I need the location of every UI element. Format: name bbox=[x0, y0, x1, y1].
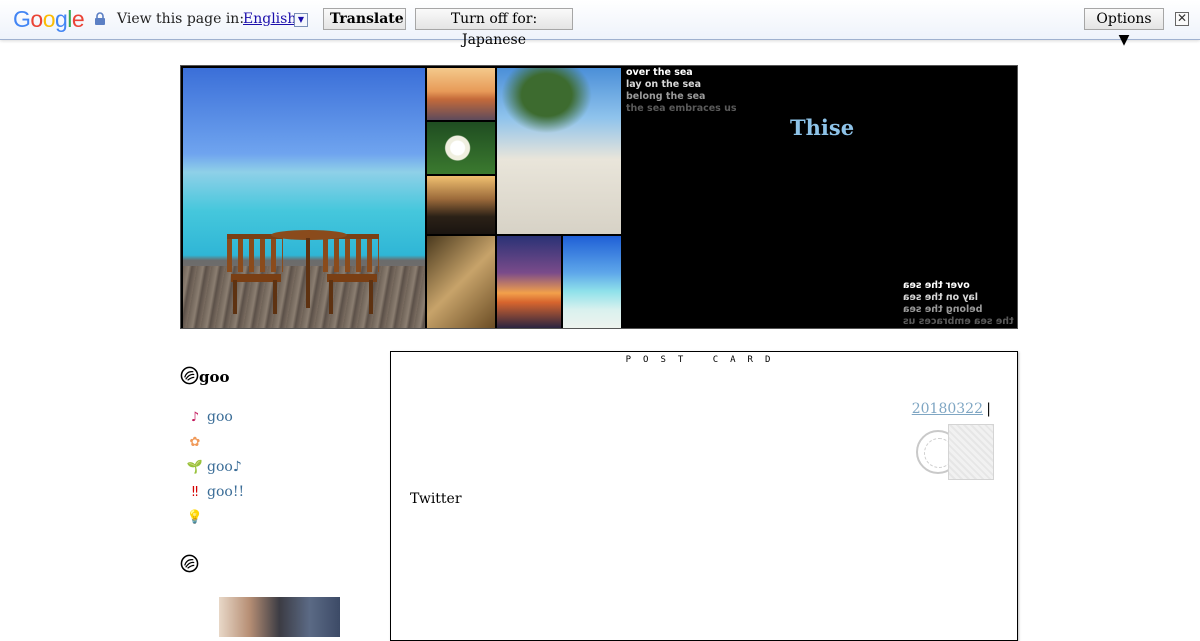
logo-letter: G bbox=[13, 6, 31, 32]
sea-line: belong the sea bbox=[903, 304, 983, 315]
lightbulb-icon: 💡 bbox=[186, 510, 204, 525]
exclamation-icon: ‼ bbox=[191, 485, 199, 500]
post-body: Twitter bbox=[410, 491, 462, 507]
chair-left bbox=[227, 234, 283, 314]
chair-right bbox=[323, 234, 379, 314]
sea-line: lay on the sea bbox=[903, 292, 979, 303]
language-dropdown-icon[interactable]: ▼ bbox=[294, 13, 308, 27]
sidebar-list: ♪ goo ✿ 🌱 goo♪ ‼ goo!! 💡 bbox=[186, 408, 244, 533]
lock-icon bbox=[95, 12, 105, 25]
language-link[interactable]: English bbox=[243, 11, 296, 27]
sidebar-heading: goo bbox=[180, 366, 230, 386]
sidebar-heading-text: goo bbox=[199, 368, 230, 386]
flower-icon: ✿ bbox=[189, 435, 201, 450]
post-card-header: POST CARD bbox=[625, 355, 783, 365]
beach-deck-photo bbox=[183, 68, 425, 328]
sidebar-item[interactable]: 💡 bbox=[186, 508, 244, 533]
sea-line: belong the sea bbox=[626, 91, 706, 102]
sidebar-link[interactable]: goo♪ bbox=[207, 459, 242, 475]
white-beach-photo bbox=[563, 236, 621, 328]
stamp-icon bbox=[948, 424, 994, 480]
profile-photo[interactable] bbox=[219, 597, 340, 637]
sidebar-item[interactable]: 🌱 goo♪ bbox=[186, 458, 244, 483]
tree-shape bbox=[497, 68, 621, 158]
header-banner[interactable]: over the sea lay on the sea belong the s… bbox=[180, 65, 1018, 329]
options-button[interactable]: Options ▼ bbox=[1084, 8, 1164, 48]
stamp-area bbox=[916, 424, 996, 482]
palm-sunset-photo bbox=[497, 236, 561, 328]
swirl-icon bbox=[180, 366, 199, 385]
logo-letter: o bbox=[30, 6, 43, 32]
google-logo: Google bbox=[13, 6, 85, 33]
post-card: POST CARD 20180322 | Twitter bbox=[390, 351, 1018, 641]
close-icon[interactable]: ✕ bbox=[1175, 12, 1189, 26]
sidebar-item[interactable]: ✿ bbox=[186, 433, 244, 458]
hammock-photo bbox=[497, 68, 621, 234]
blog-title[interactable]: Thise bbox=[790, 115, 854, 140]
sidebar-link[interactable]: goo bbox=[207, 409, 233, 425]
sidebar-item[interactable]: ♪ goo bbox=[186, 408, 244, 433]
translate-bar: Google View this page in: English ▼ Tran… bbox=[0, 0, 1200, 48]
sprout-icon: 🌱 bbox=[186, 460, 204, 475]
turn-off-button[interactable]: Turn off for: Japanese bbox=[415, 8, 573, 48]
date-separator: | bbox=[986, 401, 991, 417]
logo-letter: e bbox=[71, 6, 85, 32]
sea-line: lay on the sea bbox=[626, 79, 702, 90]
sea-line: the sea embraces us bbox=[626, 103, 737, 114]
swirl-icon bbox=[180, 554, 199, 573]
music-note-icon: ♪ bbox=[190, 410, 200, 425]
view-page-label: View this page in: bbox=[117, 11, 245, 27]
sidebar-link[interactable]: goo!! bbox=[207, 484, 244, 500]
sea-lines-mirrored: over the sea lay on the sea belong the s… bbox=[903, 280, 1014, 328]
logo-letter: g bbox=[54, 6, 68, 32]
flower-photo bbox=[427, 122, 495, 174]
sidebar-item[interactable]: ‼ goo!! bbox=[186, 483, 244, 508]
table-leg bbox=[306, 238, 310, 308]
deck-planks bbox=[183, 266, 425, 328]
sunset-photo bbox=[427, 68, 495, 120]
sea-line: the sea embraces us bbox=[903, 316, 1014, 327]
sidebar-heading-2 bbox=[180, 554, 199, 574]
sea-line: over the sea bbox=[903, 280, 971, 291]
logo-letter: o bbox=[42, 6, 56, 32]
translate-button[interactable]: Translate bbox=[323, 8, 406, 30]
post-date-link[interactable]: 20180322 bbox=[912, 401, 983, 417]
dusk-photo bbox=[427, 176, 495, 234]
room-photo bbox=[427, 236, 495, 328]
sea-lines: over the sea lay on the sea belong the s… bbox=[626, 67, 737, 115]
sea-line: over the sea bbox=[626, 67, 693, 78]
